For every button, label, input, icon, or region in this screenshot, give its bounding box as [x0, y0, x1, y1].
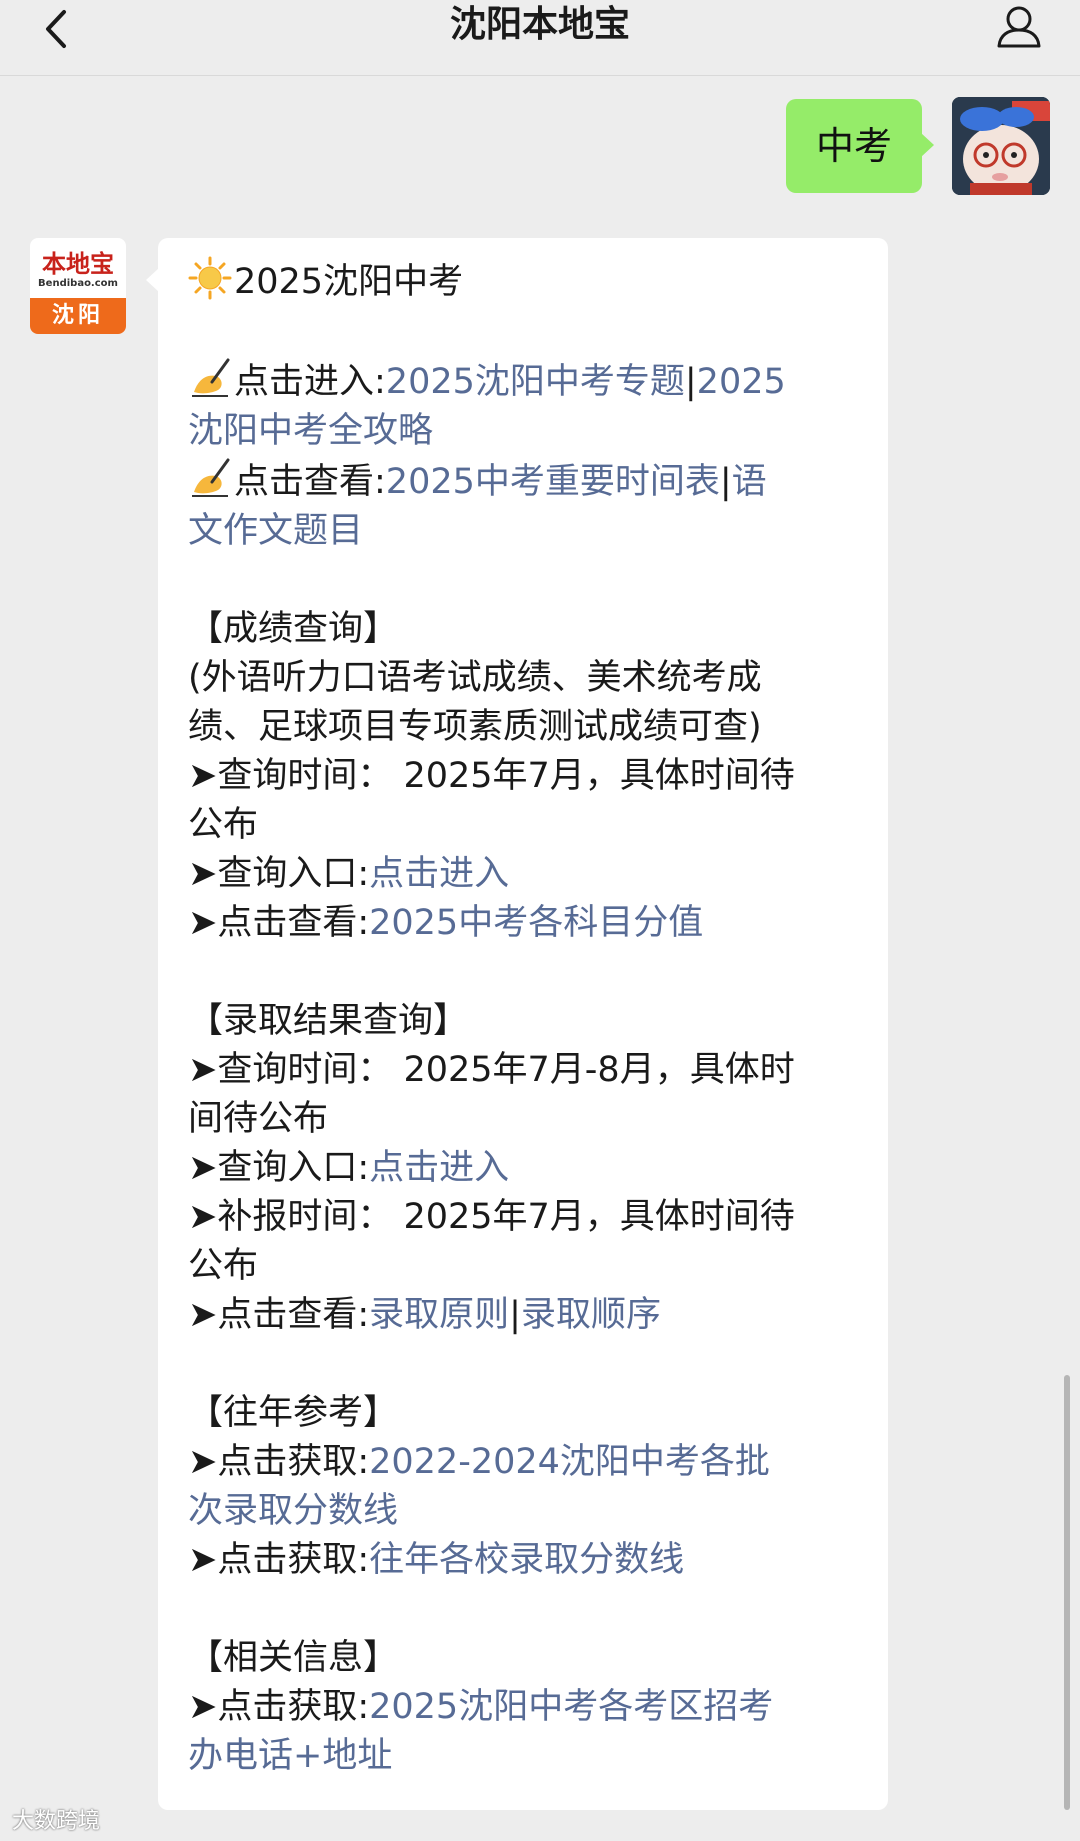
link-admission-order[interactable]: 录取顺序 [521, 1295, 661, 1335]
sun-emoji-icon [188, 256, 232, 300]
admission-view-line: ➤点击查看:录取原则|录取顺序 [188, 1291, 860, 1340]
past-get-line-1: ➤点击获取:2022-2024沈阳中考各批 [188, 1438, 860, 1487]
intro-view-label: 点击查看: [234, 462, 386, 502]
scores-section-title: 【成绩查询】 [188, 609, 399, 649]
link-admission-principles[interactable]: 录取原则 [369, 1295, 509, 1335]
scores-entry-label: ➤查询入口: [188, 854, 370, 894]
past-get-label: ➤点击获取: [188, 1540, 370, 1580]
link-scores-entry[interactable]: 点击进入 [369, 854, 509, 894]
link-subject-scores[interactable]: 2025中考各科目分值 [369, 903, 703, 943]
logo-wordmark: 本地宝 [42, 249, 114, 278]
scores-note-line-2: 绩、足球项目专项素质测试成绩可查) [188, 707, 762, 747]
plush-toy-avatar-image [952, 97, 1050, 195]
link-separator: | [509, 1295, 521, 1335]
link-essay-topics[interactable]: 语 [732, 462, 767, 502]
past-get-line-2: ➤点击获取:往年各校录取分数线 [188, 1536, 860, 1585]
related-get-line: ➤点击获取:2025沈阳中考各考区招考 [188, 1683, 860, 1732]
link-exam-office-contacts[interactable]: 2025沈阳中考各考区招考 [369, 1687, 773, 1727]
logo-city: 沈阳 [30, 298, 126, 334]
admission-supplement-line-1: ➤补报时间： 2025年7月，具体时间待 [188, 1197, 795, 1237]
link-important-schedule[interactable]: 2025中考重要时间表 [386, 462, 720, 502]
link-essay-topics-cont[interactable]: 文作文题目 [188, 507, 860, 556]
link-admission-entry[interactable]: 点击进入 [369, 1148, 509, 1188]
admission-section-title: 【录取结果查询】 [188, 1001, 469, 1041]
related-get-label: ➤点击获取: [188, 1687, 370, 1727]
intro-view-line: 点击查看:2025中考重要时间表|语 [188, 456, 860, 507]
profile-button[interactable] [994, 2, 1044, 52]
scores-view-line: ➤点击查看:2025中考各科目分值 [188, 899, 860, 948]
message-heading-line: 2025沈阳中考 [188, 256, 860, 307]
watermark: 大数跨境 [12, 1809, 101, 1834]
received-message-bubble: 2025沈阳中考 点击进入:2025沈阳中考专题|2025 沈阳中考全攻略 点击… [146, 238, 888, 1810]
intro-enter-line: 点击进入:2025沈阳中考专题|2025 [188, 356, 860, 407]
link-exam-office-contacts-cont[interactable]: 办电话+地址 [188, 1732, 860, 1781]
scores-time-line-1: ➤查询时间： 2025年7月，具体时间待 [188, 756, 795, 796]
past-get-label: ➤点击获取: [188, 1442, 370, 1482]
link-school-cutoff-scores[interactable]: 往年各校录取分数线 [369, 1540, 684, 1580]
link-zhongkao-topic[interactable]: 2025沈阳中考专题 [386, 362, 685, 402]
link-batch-cutoff-scores-cont[interactable]: 次录取分数线 [188, 1487, 860, 1536]
chat-header: 沈阳本地宝 [0, 0, 1080, 76]
link-separator: | [719, 462, 732, 502]
past-section-title: 【往年参考】 [188, 1393, 399, 1433]
admission-entry-line: ➤查询入口:点击进入 [188, 1144, 860, 1193]
chat-title: 沈阳本地宝 [449, 4, 630, 45]
person-icon [997, 6, 1041, 48]
scores-time-line-2: 公布 [188, 805, 259, 845]
scores-view-label: ➤点击查看: [188, 903, 370, 943]
writing-hand-emoji-icon [192, 458, 230, 497]
admission-entry-label: ➤查询入口: [188, 1148, 370, 1188]
official-account-avatar[interactable]: 本地宝 Bendibao.com 沈阳 [30, 238, 126, 334]
scores-entry-line: ➤查询入口:点击进入 [188, 850, 860, 899]
user-avatar[interactable] [952, 97, 1050, 195]
link-separator: | [684, 362, 697, 402]
link-zhongkao-guide-cont[interactable]: 沈阳中考全攻略 [188, 407, 860, 456]
admission-time-line-2: 间待公布 [188, 1099, 329, 1139]
link-zhongkao-guide[interactable]: 2025 [697, 362, 786, 402]
related-section-title: 【相关信息】 [188, 1638, 399, 1678]
sent-message-bubble[interactable]: 中考 [786, 99, 934, 193]
message-heading: 2025沈阳中考 [234, 262, 464, 302]
writing-hand-emoji-icon [192, 358, 230, 397]
intro-enter-label: 点击进入: [234, 362, 386, 402]
logo-domain: Bendibao.com [38, 278, 118, 289]
admission-supplement-line-2: 公布 [188, 1246, 259, 1286]
scrollbar[interactable] [1064, 1375, 1070, 1810]
admission-view-label: ➤点击查看: [188, 1295, 370, 1335]
scores-note-line-1: (外语听力口语考试成绩、美术统考成 [188, 658, 762, 698]
link-batch-cutoff-scores[interactable]: 2022-2024沈阳中考各批 [369, 1442, 770, 1482]
admission-time-line-1: ➤查询时间： 2025年7月-8月，具体时 [188, 1050, 795, 1090]
